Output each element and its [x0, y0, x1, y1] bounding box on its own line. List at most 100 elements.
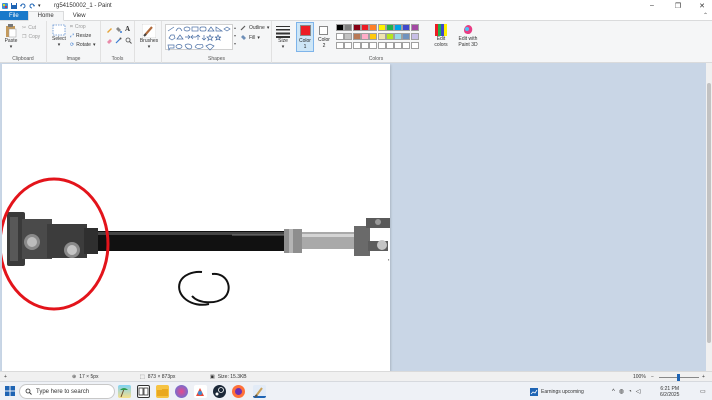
color-picker-tool[interactable] — [115, 37, 122, 44]
zoom-in-button[interactable]: + — [702, 373, 705, 381]
color-swatch[interactable] — [402, 24, 411, 31]
paint-running-icon[interactable] — [253, 385, 266, 398]
selection-size-text: 873 × 873px — [147, 374, 176, 380]
empty-color-swatch[interactable] — [369, 42, 378, 49]
color-swatch[interactable] — [410, 33, 419, 40]
news-widget[interactable]: Earnings upcoming — [530, 382, 584, 400]
eraser-tool[interactable] — [106, 37, 113, 44]
copilot-icon[interactable] — [175, 385, 188, 398]
color-swatch[interactable] — [336, 24, 344, 31]
tab-view[interactable]: View — [64, 11, 95, 20]
empty-color-swatch[interactable] — [394, 42, 403, 49]
wifi-icon[interactable]: ◔ — [628, 389, 632, 395]
empty-color-swatch[interactable] — [344, 42, 353, 49]
copy-button[interactable]: ❐ Copy — [22, 34, 40, 40]
save-icon[interactable] — [11, 2, 17, 9]
color-swatch[interactable] — [394, 24, 403, 31]
edit-paint3d-button[interactable]: Edit with Paint 3D — [454, 24, 482, 48]
zoom-slider-thumb[interactable] — [677, 374, 680, 381]
resize-button[interactable]: ⤢ Resize — [70, 33, 91, 39]
color-swatch[interactable] — [385, 24, 394, 31]
color-swatch[interactable] — [377, 33, 386, 40]
select-dropdown-icon[interactable]: ▾ — [58, 42, 61, 48]
paint-taskbar-icon[interactable] — [194, 385, 207, 398]
select-button[interactable]: Select ▾ — [50, 24, 68, 48]
color-swatch[interactable] — [344, 33, 353, 40]
color-swatch[interactable] — [360, 24, 369, 31]
text-tool[interactable]: A — [125, 25, 130, 33]
empty-color-swatch[interactable] — [360, 42, 369, 49]
magnifier-tool[interactable] — [125, 37, 132, 44]
color-swatch[interactable] — [369, 33, 378, 40]
driveshaft-image — [2, 177, 390, 311]
close-button[interactable]: ✕ — [690, 0, 712, 11]
redo-icon[interactable] — [29, 3, 35, 9]
empty-color-swatch[interactable] — [385, 42, 394, 49]
brushes-dropdown-icon[interactable]: ▾ — [148, 44, 151, 50]
color2-button[interactable]: Color 2 — [316, 22, 332, 52]
fill-tool[interactable] — [115, 26, 122, 33]
crop-button[interactable]: ⌗ Crop — [70, 24, 86, 30]
brushes-button[interactable]: Brushes ▾ — [138, 24, 160, 50]
color-swatch[interactable] — [360, 33, 369, 40]
shapes-scroll[interactable]: ▴ ▾ ▾ — [234, 24, 238, 50]
windows-logo-icon — [5, 386, 15, 396]
empty-color-swatch[interactable] — [377, 42, 386, 49]
shapes-gallery[interactable] — [165, 24, 233, 52]
drawing-canvas[interactable] — [2, 64, 390, 371]
customize-toolbar-icon[interactable]: ▾ — [38, 3, 44, 9]
empty-color-swatch[interactable] — [402, 42, 411, 49]
vertical-scroll-thumb[interactable] — [707, 83, 711, 343]
rotate-button[interactable]: ⟳ Rotate ▾ — [70, 42, 95, 48]
fill-label: Fill — [249, 34, 256, 41]
notification-icon[interactable]: ▭ — [700, 382, 706, 400]
volume-icon[interactable]: ◁ — [636, 388, 641, 395]
color-swatch[interactable] — [344, 24, 353, 31]
empty-color-swatch[interactable] — [336, 42, 344, 49]
color-swatch[interactable] — [352, 33, 361, 40]
eraser-icon — [107, 39, 112, 44]
paint3d-icon — [464, 25, 473, 35]
color-swatch[interactable] — [336, 33, 344, 40]
color-swatch[interactable] — [385, 33, 394, 40]
color-swatch[interactable] — [402, 33, 411, 40]
pencil-tool[interactable] — [106, 26, 113, 33]
ribbon-collapse-icon[interactable]: ⌃ — [703, 12, 708, 19]
color-swatch[interactable] — [369, 24, 378, 31]
clock[interactable]: 6:21 PM 6/2/2025 — [660, 382, 679, 400]
color-swatch[interactable] — [410, 24, 419, 31]
size-dropdown-icon[interactable]: ▾ — [282, 44, 285, 50]
paste-dropdown-icon[interactable]: ▾ — [10, 44, 13, 50]
color-swatch[interactable] — [394, 33, 403, 40]
file-explorer-icon[interactable] — [156, 385, 169, 398]
fill-button[interactable]: Fill ▾ — [240, 34, 260, 41]
weather-beach-icon[interactable] — [118, 385, 131, 398]
size-button[interactable]: Size ▾ — [274, 24, 292, 50]
tab-home[interactable]: Home — [27, 11, 64, 21]
brush-icon — [142, 24, 156, 38]
firefox-icon[interactable] — [232, 385, 245, 398]
maximize-button[interactable]: ❐ — [666, 0, 690, 11]
undo-icon[interactable] — [20, 3, 26, 9]
outline-button[interactable]: Outline ▾ — [240, 24, 269, 31]
vertical-scrollbar[interactable] — [706, 63, 712, 371]
tray-overflow-icon[interactable]: ^ — [612, 389, 615, 395]
cut-button[interactable]: ✂ Cut — [22, 25, 36, 31]
outline-icon — [240, 25, 246, 31]
color-swatch[interactable] — [352, 24, 361, 31]
canvas-resize-handle[interactable]: ▪ — [388, 257, 389, 262]
edit-colors-button[interactable]: Edit colors — [432, 24, 450, 48]
taskbar-search[interactable]: Type here to search — [19, 384, 115, 399]
minimize-button[interactable]: – — [640, 0, 664, 11]
paste-button[interactable]: Paste ▾ — [2, 24, 20, 50]
color1-button[interactable]: Color 1 — [296, 22, 314, 52]
network-icon[interactable]: ◍ — [619, 388, 624, 395]
empty-color-swatch[interactable] — [410, 42, 419, 49]
zoom-out-button[interactable]: − — [651, 373, 654, 381]
task-view-icon[interactable] — [137, 385, 150, 398]
color-swatch[interactable] — [377, 24, 386, 31]
steam-icon[interactable] — [213, 385, 226, 398]
tab-file[interactable]: File — [0, 11, 28, 20]
start-button[interactable] — [5, 386, 15, 398]
empty-color-swatch[interactable] — [352, 42, 361, 49]
